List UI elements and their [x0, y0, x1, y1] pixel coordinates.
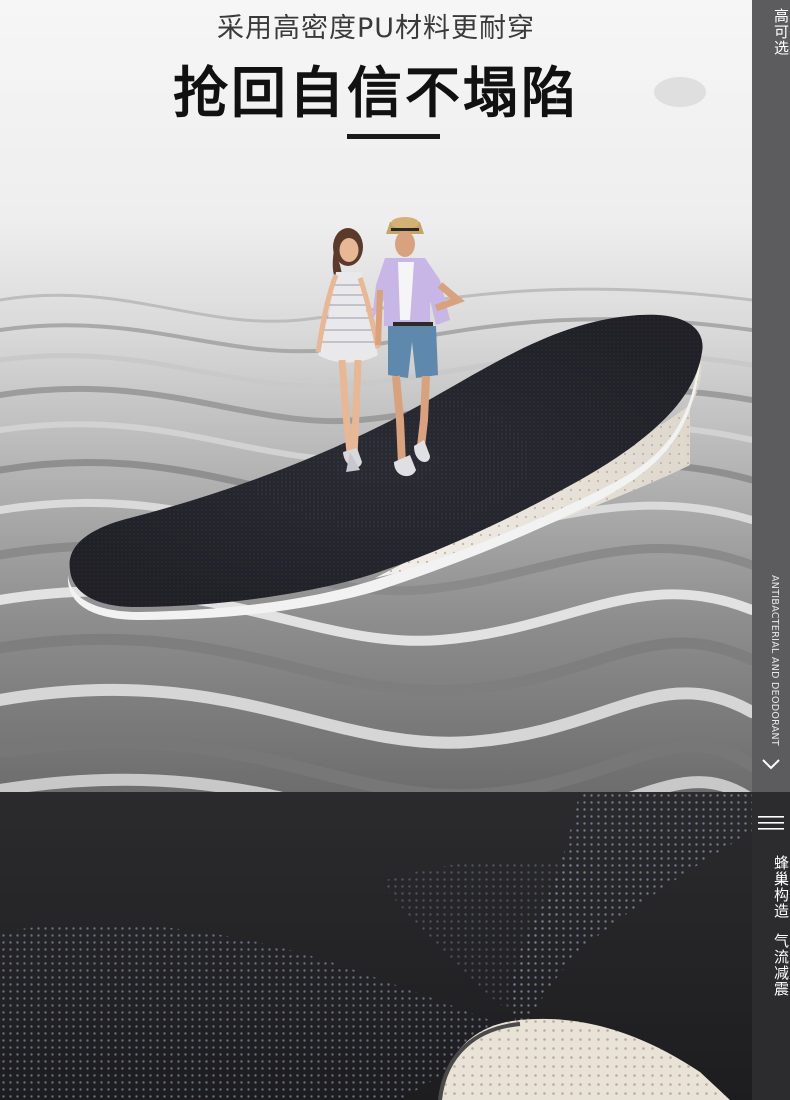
hero-title: 抢回自信不塌陷 — [172, 61, 579, 125]
side-rail-bottom: 蜂巢构造 气流减震 — [752, 792, 790, 1100]
rail-label-honeycomb: 蜂巢构造 — [772, 855, 790, 919]
rail-label-airflow: 气流减震 — [772, 933, 790, 997]
rail-top-label: 高可选 — [772, 8, 790, 56]
dotted-wave-illustration — [0, 792, 752, 1100]
chevron-down-icon[interactable] — [762, 757, 780, 771]
title-underline — [347, 134, 440, 139]
hero-subtitle: 采用高密度PU材料更耐穿 — [216, 13, 536, 44]
hero-banner: 采用高密度PU材料更耐穿 抢回自信不塌陷 — [0, 0, 752, 792]
rail-english-label: ANTIBACTERIAL AND DEODORANT — [769, 575, 780, 746]
hamburger-menu-icon[interactable] — [758, 815, 784, 831]
insole-foam-corner — [440, 1018, 730, 1100]
honeycomb-section — [0, 792, 752, 1100]
side-rail-top: 高可选 ANTIBACTERIAL AND DEODORANT — [752, 0, 790, 792]
